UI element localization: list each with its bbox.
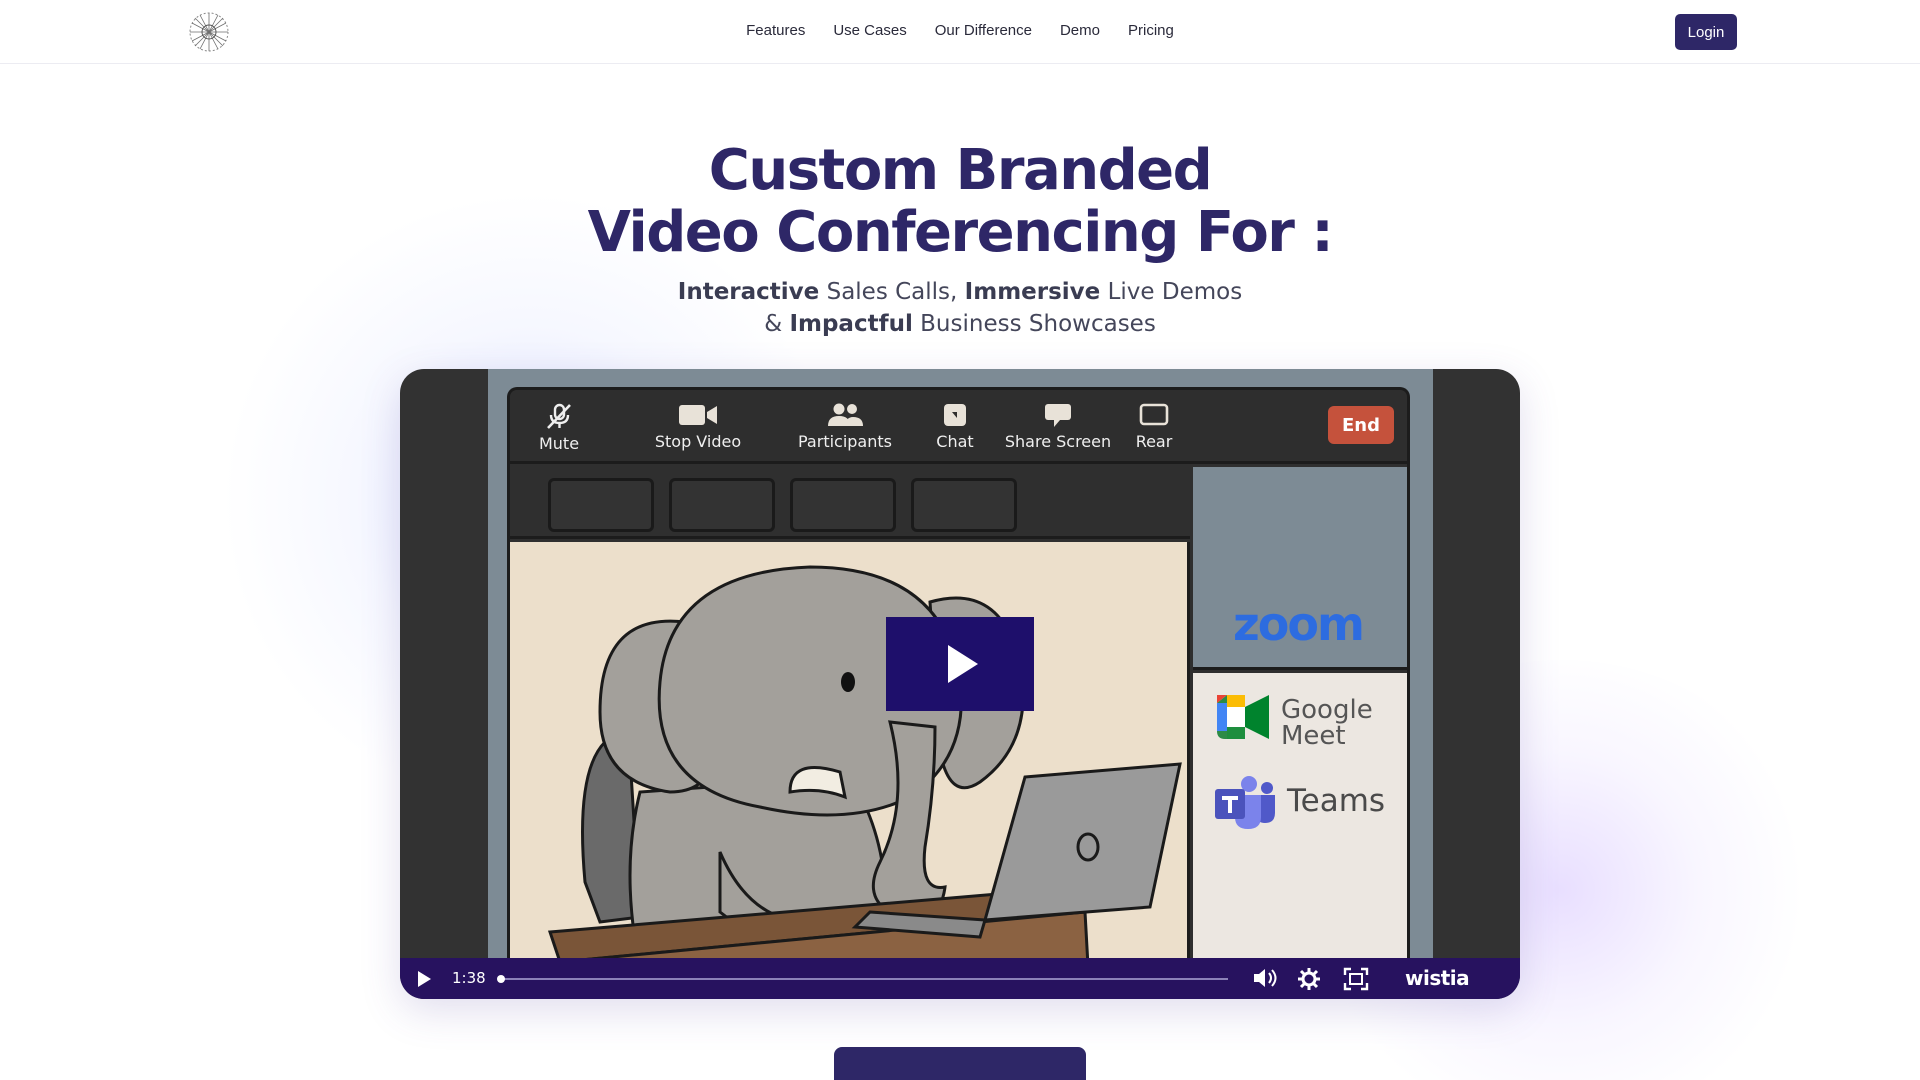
zoom-tile: zoom [1193,467,1407,670]
play-icon [948,645,978,683]
participant-thumbnails [510,467,1190,539]
player-control-bar: 1:38 wistia [400,958,1520,999]
google-meet-label: Google Meet [1281,697,1373,749]
share-screen-button: Share Screen [1003,402,1113,451]
sub-word-immersive: Immersive [964,279,1101,305]
sub-text-4: Business Showcases [912,311,1156,337]
camera-icon [679,405,717,425]
hero-title-line1: Custom Branded [708,138,1213,203]
nav-pricing[interactable]: Pricing [1128,22,1174,39]
participant-thumbnail [548,478,654,532]
nav-features[interactable]: Features [746,22,805,39]
mute-label: Mute [538,434,580,453]
participants-button: Participants [795,402,895,451]
participant-thumbnail [669,478,775,532]
volume-icon[interactable] [1252,967,1278,989]
participant-thumbnail [790,478,896,532]
wistia-logo[interactable]: wistia [1405,966,1470,990]
page: Features Use Cases Our Difference Demo P… [0,0,1920,1080]
rear-camera-icon [1139,403,1169,426]
sub-text-1: Sales Calls, [819,279,965,305]
stop-video-button: Stop Video [653,402,743,451]
end-call-button: End [1328,406,1394,444]
main-video-feed [510,542,1190,999]
chat-button: Chat [930,402,980,451]
stop-video-label: Stop Video [654,432,742,451]
rear-label: Rear [1135,432,1173,451]
mic-off-icon [547,403,571,429]
sub-word-interactive: Interactive [677,279,820,305]
sub-text-2: Live Demos [1100,279,1243,305]
play-control-icon[interactable] [414,968,434,990]
hero-title-line2: Video Conferencing For : [587,200,1334,265]
teams-label: Teams [1287,783,1386,819]
nav-our-difference[interactable]: Our Difference [935,22,1032,39]
site-header: Features Use Cases Our Difference Demo P… [0,0,1920,64]
participants-label: Participants [798,432,892,451]
share-screen-label: Share Screen [1004,432,1112,451]
nav-use-cases[interactable]: Use Cases [833,22,906,39]
zoom-logo: zoom [1233,597,1365,651]
chat-label: Chat [936,432,974,451]
google-meet-line2: Meet [1281,721,1346,751]
platform-logos-tile: Google Meet Teams [1193,673,1407,999]
rear-button: Rear [1126,402,1182,451]
sub-text-3: & [764,311,790,337]
progress-bar[interactable] [497,975,1228,983]
progress-knob[interactable] [497,975,505,983]
participant-thumbnail [911,478,1017,532]
participants-icon [828,403,863,426]
sub-word-impactful: Impactful [789,311,913,337]
mute-button: Mute [534,402,584,453]
fullscreen-icon[interactable] [1343,967,1369,991]
conference-toolbar: Mute Stop Video Participants Chat Share … [510,390,1407,464]
video-player[interactable]: Mute Stop Video Participants Chat Share … [400,369,1520,999]
build-your-portal-button[interactable]: Build Your Portal [834,1047,1086,1080]
login-button[interactable]: Login [1675,14,1737,50]
hero-section: Custom Branded Video Conferencing For : … [0,140,1920,340]
microsoft-teams-icon [1215,776,1275,829]
settings-gear-icon[interactable] [1297,967,1321,991]
hero-subtitle: Interactive Sales Calls, Immersive Live … [0,276,1920,340]
playback-time: 1:38 [452,969,486,987]
nav-demo[interactable]: Demo [1060,22,1100,39]
main-nav: Features Use Cases Our Difference Demo P… [0,22,1920,39]
chat-icon [944,404,966,426]
play-button-large[interactable] [886,617,1034,711]
google-meet-icon [1217,695,1269,739]
share-screen-icon [1045,404,1071,427]
elephant-at-laptop-illustration [547,565,1182,999]
hero-title: Custom Branded Video Conferencing For : [0,140,1920,264]
